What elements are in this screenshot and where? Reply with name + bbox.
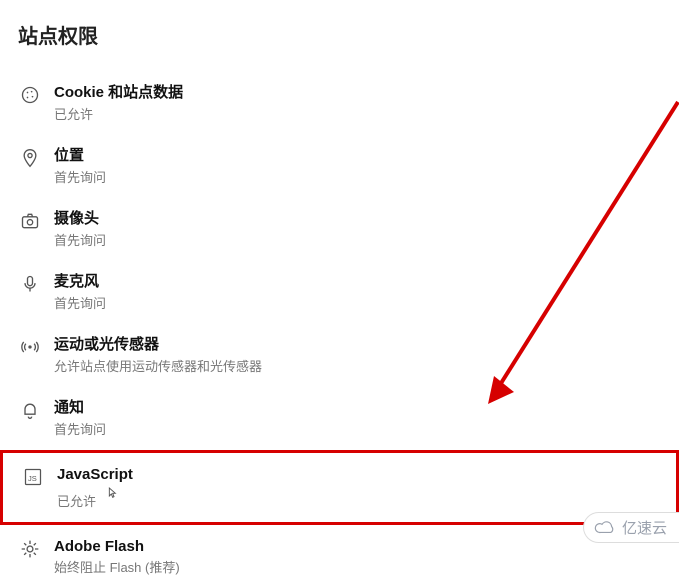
permission-flash[interactable]: Adobe Flash 始终阻止 Flash (推荐)	[0, 525, 679, 588]
permission-label: 位置	[54, 146, 106, 166]
cookie-icon	[18, 84, 42, 106]
permission-status: 允许站点使用运动传感器和光传感器	[54, 359, 262, 375]
permission-label: 运动或光传感器	[54, 335, 262, 355]
permission-label: Adobe Flash	[54, 537, 180, 557]
permission-location[interactable]: 位置 首先询问	[0, 134, 679, 197]
permission-cookies[interactable]: Cookie 和站点数据 已允许	[0, 71, 679, 134]
permission-status: 首先询问	[54, 422, 106, 438]
permission-label: Cookie 和站点数据	[54, 83, 183, 103]
permission-label: 摄像头	[54, 209, 106, 229]
svg-text:JS: JS	[28, 474, 37, 483]
cursor-icon	[104, 485, 120, 507]
permission-label: 麦克风	[54, 272, 106, 292]
permission-motion-sensors[interactable]: 运动或光传感器 允许站点使用运动传感器和光传感器	[0, 323, 679, 386]
permission-label: JavaScript	[57, 465, 133, 485]
permission-status: 首先询问	[54, 170, 106, 186]
permission-label: 通知	[54, 398, 106, 418]
motion-sensor-icon	[18, 336, 42, 358]
permission-status: 已允许	[57, 488, 133, 510]
bell-icon	[18, 399, 42, 421]
watermark: 亿速云	[583, 512, 679, 543]
location-icon	[18, 147, 42, 169]
page-title: 站点权限	[0, 20, 679, 49]
javascript-icon: JS	[21, 466, 45, 488]
permission-javascript[interactable]: JS JavaScript 已允许	[0, 450, 679, 525]
permission-microphone[interactable]: 麦克风 首先询问	[0, 260, 679, 323]
permission-status: 始终阻止 Flash (推荐)	[54, 560, 180, 576]
permission-status: 首先询问	[54, 296, 106, 312]
permission-notifications[interactable]: 通知 首先询问	[0, 386, 679, 449]
permission-camera[interactable]: 摄像头 首先询问	[0, 197, 679, 260]
camera-icon	[18, 210, 42, 232]
permission-status: 首先询问	[54, 233, 106, 249]
permission-status: 已允许	[54, 107, 183, 123]
flash-icon	[18, 538, 42, 560]
microphone-icon	[18, 273, 42, 295]
